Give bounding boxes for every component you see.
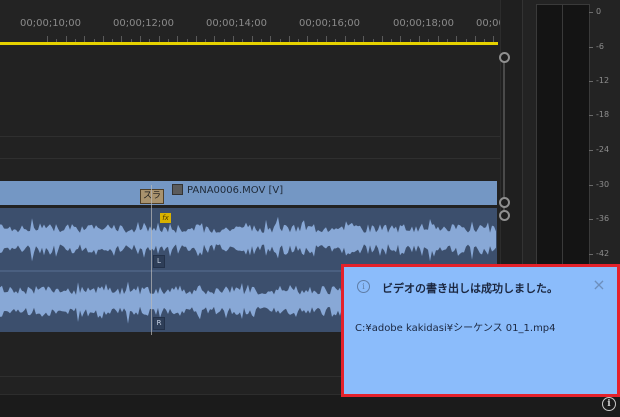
scroll-handle-top[interactable] [499, 52, 510, 63]
meter-db-label: -24 [596, 145, 610, 154]
ruler-timecode: 00;00;10;00 [20, 18, 82, 29]
meter-db-label: -36 [596, 214, 610, 223]
meter-channel-divider [562, 4, 563, 274]
meter-db-label: -6 [596, 42, 604, 51]
meter-db-label: -42 [596, 249, 610, 258]
notification-title: ビデオの書き出しは成功しました。 [382, 282, 558, 295]
video-clip-name: PANA0006.MOV [V] [187, 185, 284, 196]
scrollbar-track[interactable] [503, 55, 505, 215]
ruler-timecode: 00;00;2 [476, 18, 500, 29]
ruler-timecode: 00;00;14;00 [206, 18, 268, 29]
status-bar [0, 394, 620, 417]
channel-right-tag: R [153, 317, 165, 330]
fx-badge-icon: fx [160, 213, 171, 223]
meter-tick [589, 81, 593, 82]
meter-db-label: -12 [596, 76, 610, 85]
meter-tick [589, 115, 593, 116]
scroll-handle-bottom[interactable] [499, 197, 510, 208]
track-divider [0, 136, 500, 137]
info-icon: i [357, 280, 370, 293]
meter-tick [589, 47, 593, 48]
track-divider [0, 158, 500, 159]
meter-tick [589, 150, 593, 151]
clip-marker-label[interactable]: スラ [140, 189, 164, 204]
audio-meter [536, 4, 590, 276]
meter-tick [589, 12, 593, 13]
scroll-handle-top[interactable] [499, 210, 510, 221]
work-area-bar[interactable] [0, 42, 498, 45]
channel-left-tag: L [153, 255, 165, 268]
meter-db-label: 0 [596, 7, 602, 16]
meter-tick [589, 254, 593, 255]
fx-badge-icon [172, 184, 183, 195]
close-icon[interactable]: × [592, 277, 606, 293]
meter-tick [589, 185, 593, 186]
meter-db-label: -18 [596, 110, 610, 119]
audio-waveform-left [0, 208, 497, 270]
ruler-timecode: 00;00;12;00 [113, 18, 175, 29]
time-ruler[interactable]: 00;00;10;00 00;00;12;00 00;00;14;00 00;0… [0, 0, 500, 46]
ruler-timecode: 00;00;16;00 [299, 18, 361, 29]
ruler-timecode: 00;00;18;00 [393, 18, 455, 29]
info-icon[interactable]: i [602, 397, 616, 411]
meter-db-label: -30 [596, 180, 610, 189]
notification-message: C:¥adobe kakidasi¥シーケンス 01_1.mp4 [355, 323, 556, 334]
playhead-line[interactable] [151, 185, 152, 335]
meter-tick [589, 219, 593, 220]
